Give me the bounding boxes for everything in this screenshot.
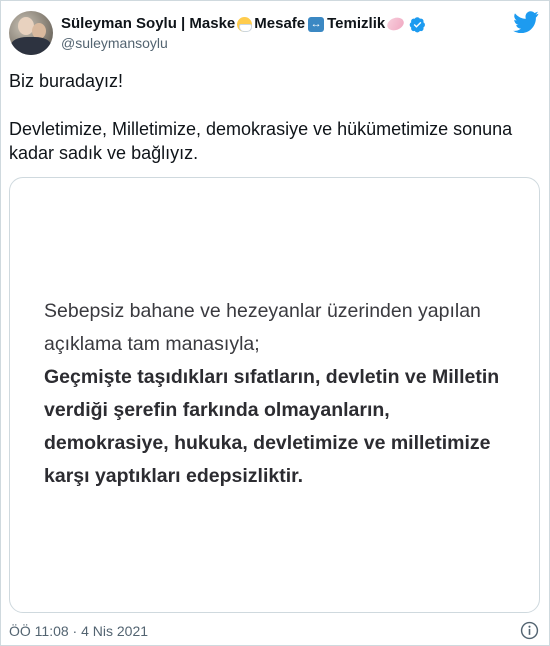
tweet-image[interactable]: Sebepsiz bahane ve hezeyanlar üzerinden … bbox=[9, 177, 540, 613]
username[interactable]: @suleymansoylu bbox=[61, 34, 426, 52]
display-name-part-2: Mesafe bbox=[254, 15, 306, 32]
display-name[interactable]: Süleyman Soylu | Maske Mesafe ↔ Temizlik bbox=[61, 15, 426, 33]
left-right-arrow-icon: ↔ bbox=[308, 16, 325, 32]
tweet-header: Süleyman Soylu | Maske Mesafe ↔ Temizlik… bbox=[9, 9, 541, 57]
display-name-part-3: Temizlik bbox=[327, 15, 386, 32]
face-with-medical-mask-icon bbox=[237, 16, 253, 32]
timestamp-link[interactable]: ÖÖ 11:08 · 4 Nis 2021 bbox=[9, 623, 148, 639]
verified-badge-icon bbox=[409, 16, 426, 32]
statement-text: Sebepsiz bahane ve hezeyanlar üzerinden … bbox=[44, 295, 519, 493]
statement-intro: Sebepsiz bahane ve hezeyanlar üzerinden … bbox=[44, 300, 481, 355]
tweet-card: Süleyman Soylu | Maske Mesafe ↔ Temizlik… bbox=[0, 0, 550, 646]
tweet-text-line-1: Biz buradayız! bbox=[9, 71, 124, 91]
tweet-text-line-2: Devletimize, Milletimize, demokrasiye ve… bbox=[9, 119, 513, 163]
tweet-footer: ÖÖ 11:08 · 4 Nis 2021 bbox=[9, 621, 539, 641]
info-icon[interactable] bbox=[520, 621, 539, 640]
tweet-text: Biz buradayız! Devletimize, Milletimize,… bbox=[9, 69, 537, 165]
twitter-bird-icon[interactable] bbox=[513, 11, 539, 33]
soap-icon bbox=[385, 15, 406, 33]
avatar[interactable] bbox=[9, 11, 53, 55]
statement-main: Geçmişte taşıdıkları sıfatların, devleti… bbox=[44, 366, 500, 487]
display-name-part-1: Süleyman Soylu | Maske bbox=[61, 15, 236, 32]
author-info[interactable]: Süleyman Soylu | Maske Mesafe ↔ Temizlik… bbox=[61, 15, 426, 52]
